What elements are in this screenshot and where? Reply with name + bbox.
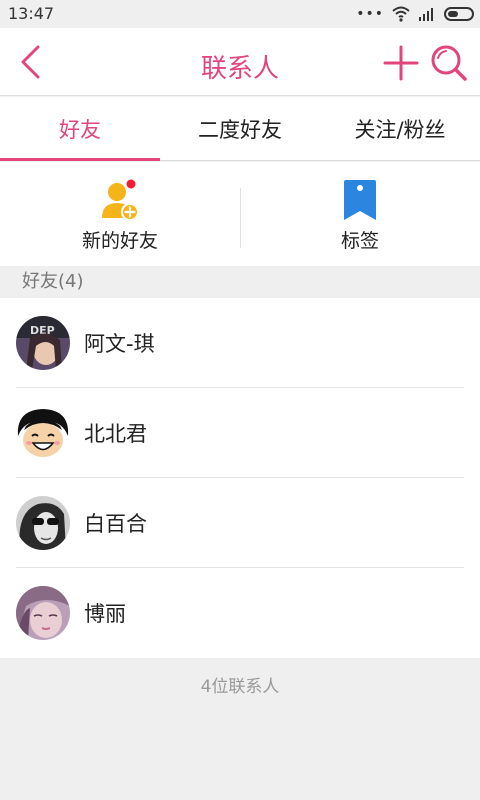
add-contact-button[interactable] (380, 42, 422, 84)
contact-list: DEP 阿文-琪 北北君 白百合 博丽 (0, 298, 480, 658)
contact-name: 博丽 (84, 602, 126, 626)
contact-row[interactable]: 北北君 (0, 388, 480, 478)
status-icons: ••• (356, 4, 474, 24)
contact-row[interactable]: 白百合 (0, 478, 480, 568)
search-icon (431, 45, 467, 81)
plus-icon (383, 45, 419, 81)
contact-name: 阿文-琪 (84, 332, 155, 356)
wifi-icon (392, 6, 410, 22)
battery-icon (444, 7, 474, 21)
contact-row[interactable]: 博丽 (0, 568, 480, 658)
contact-count: 4位联系人 (200, 677, 280, 697)
search-button[interactable] (428, 42, 470, 84)
quick-actions: 新的好友 标签 (0, 162, 480, 266)
top-bar: 联系人 (0, 28, 480, 96)
signal-icon (419, 8, 433, 21)
avatar (16, 406, 70, 460)
avatar (16, 586, 70, 640)
tags-button[interactable]: 标签 (240, 162, 480, 266)
tab-bar: 好友 二度好友 关注/粉丝 (0, 97, 480, 161)
person-add-icon (102, 179, 139, 221)
contact-name: 白百合 (84, 512, 147, 536)
avatar: DEP (16, 316, 70, 370)
more-dots-icon: ••• (356, 6, 384, 22)
contact-row[interactable]: DEP 阿文-琪 (0, 298, 480, 388)
badge-dot (126, 179, 136, 189)
new-friends-button[interactable]: 新的好友 (0, 162, 240, 266)
tags-label: 标签 (340, 230, 379, 252)
bookmark-icon (344, 180, 376, 220)
tab-second-degree-friends[interactable]: 二度好友 (160, 97, 320, 160)
contact-name: 北北君 (84, 422, 147, 446)
section-header: 好友(4) (0, 266, 480, 298)
tab-friends[interactable]: 好友 (0, 97, 160, 161)
status-bar: 13:47 ••• (0, 0, 480, 28)
status-time: 13:47 (8, 4, 55, 23)
new-friends-label: 新的好友 (81, 230, 158, 252)
avatar (16, 496, 70, 550)
tab-follow-fans[interactable]: 关注/粉丝 (320, 97, 480, 160)
